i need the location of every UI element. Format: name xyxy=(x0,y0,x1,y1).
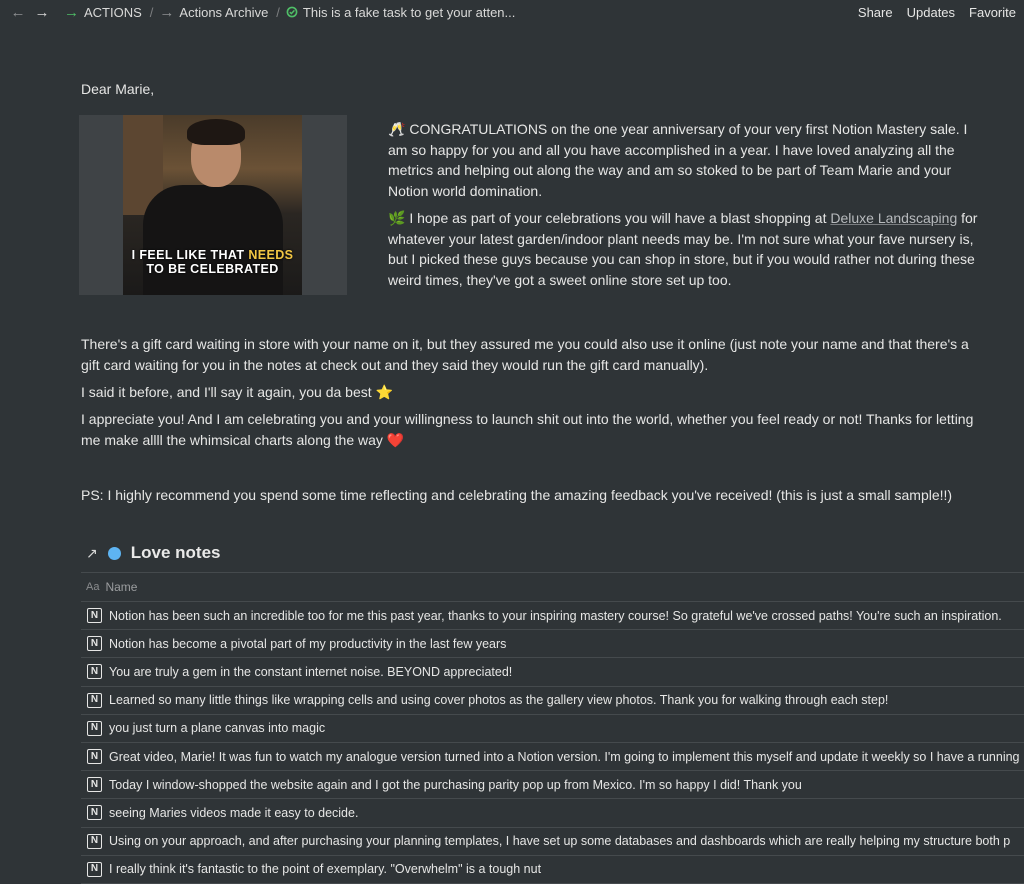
notion-page-icon: N xyxy=(87,608,102,624)
ps-paragraph: PS: I highly recommend you spend some ti… xyxy=(81,487,953,503)
table-row[interactable]: N You are truly a gem in the constant int… xyxy=(81,658,1024,687)
love-notes-table: Aa Name N Notion has been such an incredi… xyxy=(81,572,1024,884)
column-header-name[interactable]: Aa Name xyxy=(81,572,1024,602)
table-row[interactable]: N Great video, Marie! It was fun to watch… xyxy=(81,743,1024,772)
notion-page-icon: N xyxy=(87,636,102,652)
task-check-icon xyxy=(286,6,298,18)
row-title: I really think it's fantastic to the poi… xyxy=(109,862,542,877)
gift-card-paragraph: There's a gift card waiting in store wit… xyxy=(81,336,969,373)
row-title: Notion has become a pivotal part of my p… xyxy=(109,636,507,651)
notion-page-icon: N xyxy=(87,749,102,765)
gif-caption-text: TO BE CELEBRATED xyxy=(146,262,279,276)
notion-page-icon: N xyxy=(87,861,102,877)
congratulations-paragraph: 🥂 CONGRATULATIONS on the one year annive… xyxy=(388,119,978,201)
notion-page-icon: N xyxy=(87,833,102,849)
greeting: Dear Marie, xyxy=(81,81,155,97)
breadcrumb-label: Actions Archive xyxy=(179,4,269,20)
text-property-icon: Aa xyxy=(86,581,100,593)
table-row[interactable]: N Today I window-shopped the website agai… xyxy=(81,771,1024,800)
share-button[interactable]: Share xyxy=(858,5,893,20)
top-actions: Share Updates Favorite xyxy=(858,0,1016,24)
table-row[interactable]: N Using on your approach, and after purch… xyxy=(81,828,1024,856)
notion-page-icon: N xyxy=(87,720,102,736)
landscaping-paragraph: 🌿 I hope as part of your celebrations yo… xyxy=(388,208,988,290)
breadcrumb-current-page[interactable]: This is a fake task to get your atten... xyxy=(286,5,515,20)
table-row[interactable]: Nyou just turn a plane canvas into magic xyxy=(81,715,1024,743)
breadcrumb-label: ACTIONS xyxy=(84,4,142,20)
table-row[interactable]: N Learned so many little things like wrap… xyxy=(81,687,1024,715)
table-row[interactable]: N Notion has become a pivotal part of my … xyxy=(81,630,1024,659)
table-body: N Notion has been such an incredible too … xyxy=(81,602,1024,884)
gif-caption-text: I FEEL LIKE THAT xyxy=(131,248,249,262)
gif-caption: I FEEL LIKE THAT NEEDS TO BE CELEBRATED xyxy=(123,248,302,276)
grey-arrow-icon: → xyxy=(159,3,175,21)
table-row[interactable]: N I really think it's fantastic to the po… xyxy=(81,856,1024,884)
notion-page-icon: N xyxy=(87,805,102,821)
green-arrow-icon: → xyxy=(64,3,79,21)
database-title: Love notes xyxy=(130,543,221,562)
row-title: Notion has been such an incredible too f… xyxy=(109,608,1002,623)
appreciation-paragraph: I appreciate you! And I am celebrating y… xyxy=(81,411,974,448)
forward-arrow-icon[interactable]: → xyxy=(32,2,52,22)
row-title: You are truly a gem in the constant inte… xyxy=(109,664,513,679)
updates-button[interactable]: Updates xyxy=(907,5,955,20)
favorite-button[interactable]: Favorite xyxy=(969,5,1016,20)
table-row[interactable]: Nseeing Maries videos made it easy to de… xyxy=(81,799,1024,828)
row-title: you just turn a plane canvas into magic xyxy=(109,721,326,736)
row-title: seeing Maries videos made it easy to dec… xyxy=(109,805,359,820)
deluxe-landscaping-link[interactable]: Deluxe Landscaping xyxy=(830,210,957,226)
champagne-icon: 🥂 xyxy=(388,121,406,137)
topbar: ← → → ACTIONS / → Actions Archive / This… xyxy=(0,0,1024,24)
celebration-gif[interactable]: I FEEL LIKE THAT NEEDS TO BE CELEBRATED xyxy=(79,115,347,295)
gif-person-body xyxy=(143,185,283,295)
row-title: Great video, Marie! It was fun to watch … xyxy=(109,749,1020,764)
notion-page-icon: N xyxy=(87,664,102,680)
gif-frame: I FEEL LIKE THAT NEEDS TO BE CELEBRATED xyxy=(123,115,302,295)
row-title: Learned so many little things like wrapp… xyxy=(109,693,889,708)
love-notes-header[interactable]: ↗ Love notes xyxy=(86,543,220,563)
notion-page-icon: N xyxy=(87,777,102,793)
row-title: Today I window-shopped the website again… xyxy=(109,777,802,792)
column-label: Name xyxy=(105,580,138,594)
row-title: Using on your approach, and after purcha… xyxy=(109,834,1011,849)
breadcrumb-label: This is a fake task to get your atten... xyxy=(302,4,516,20)
blue-circle-icon xyxy=(107,546,121,560)
herb-icon: 🌿 xyxy=(388,210,406,226)
notion-page-icon: N xyxy=(87,692,102,708)
gif-person-hair xyxy=(187,119,245,145)
back-arrow-icon[interactable]: ← xyxy=(8,2,28,22)
paragraph-text: CONGRATULATIONS on the one year annivers… xyxy=(388,121,968,199)
gif-caption-highlight: NEEDS xyxy=(248,248,294,262)
breadcrumb-actions-archive[interactable]: → Actions Archive xyxy=(159,4,268,21)
breadcrumb-separator: / xyxy=(276,4,280,20)
paragraph-text: I hope as part of your celebrations you … xyxy=(405,210,831,226)
linked-database-arrow-icon: ↗ xyxy=(86,544,98,561)
breadcrumb-actions[interactable]: → ACTIONS xyxy=(64,4,142,21)
table-row[interactable]: N Notion has been such an incredible too … xyxy=(81,602,1024,631)
best-paragraph: I said it before, and I'll say it again,… xyxy=(81,384,393,400)
breadcrumb-separator: / xyxy=(149,4,154,20)
